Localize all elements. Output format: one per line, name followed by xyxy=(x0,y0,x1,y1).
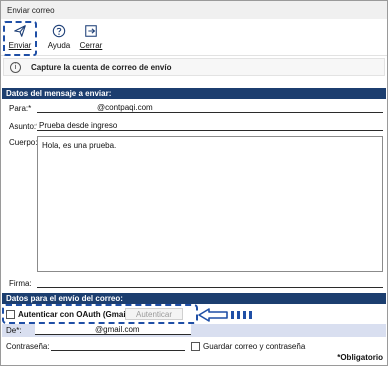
subject-input[interactable]: Prueba desde ingreso xyxy=(37,120,383,131)
from-input[interactable]: @gmail.com xyxy=(35,324,191,335)
to-label: Para:* xyxy=(9,104,32,113)
send-button[interactable]: Enviar xyxy=(5,24,35,54)
signature-input[interactable] xyxy=(37,277,383,288)
help-button[interactable]: Ayuda xyxy=(41,24,77,54)
subject-label: Asunto:* xyxy=(9,122,40,131)
message-section-header: Datos del mensaje a enviar: xyxy=(2,88,386,99)
signature-label: Firma: xyxy=(9,279,32,288)
send-email-window: Enviar correo Enviar Ayuda Cerrar i Capt… xyxy=(0,0,388,366)
pointer-arrow xyxy=(197,307,257,323)
body-value: Hola, es una prueba. xyxy=(42,141,117,150)
close-button[interactable]: Cerrar xyxy=(76,24,106,54)
from-label: De*: xyxy=(6,326,22,335)
authenticate-button[interactable]: Autenticar xyxy=(125,308,183,320)
password-input[interactable] xyxy=(51,340,185,351)
sender-section-header: Datos para el envío del correo: xyxy=(2,293,386,304)
from-value: @gmail.com xyxy=(95,325,140,334)
send-label: Enviar xyxy=(8,41,32,50)
arrow-left-icon xyxy=(198,308,252,322)
subject-value: Prueba desde ingreso xyxy=(39,121,118,130)
send-icon xyxy=(14,25,26,37)
info-icon: i xyxy=(10,61,21,73)
oauth-checkbox[interactable] xyxy=(6,310,15,319)
exit-icon xyxy=(85,25,97,37)
password-label: Contraseña: xyxy=(6,342,50,351)
help-icon xyxy=(52,24,66,38)
window-title: Enviar correo xyxy=(7,5,55,15)
body-label: Cuerpo: xyxy=(9,138,38,147)
title-bar: Enviar correo xyxy=(1,1,387,19)
save-credentials-label: Guardar correo y contraseña xyxy=(203,342,306,351)
body-textarea[interactable]: Hola, es una prueba. xyxy=(37,136,383,272)
close-label: Cerrar xyxy=(79,41,103,50)
oauth-label: Autenticar con OAuth (Gmail): xyxy=(18,310,134,319)
save-credentials-checkbox[interactable] xyxy=(191,342,200,351)
required-note: *Obligatorio xyxy=(337,353,383,362)
help-label: Ayuda xyxy=(47,41,71,50)
info-bar: i Capture la cuenta de correo de envío xyxy=(3,58,385,76)
to-value: @contpaqi.com xyxy=(97,103,153,112)
info-message: Capture la cuenta de correo de envío xyxy=(31,62,172,72)
to-input[interactable]: @contpaqi.com xyxy=(37,102,383,113)
